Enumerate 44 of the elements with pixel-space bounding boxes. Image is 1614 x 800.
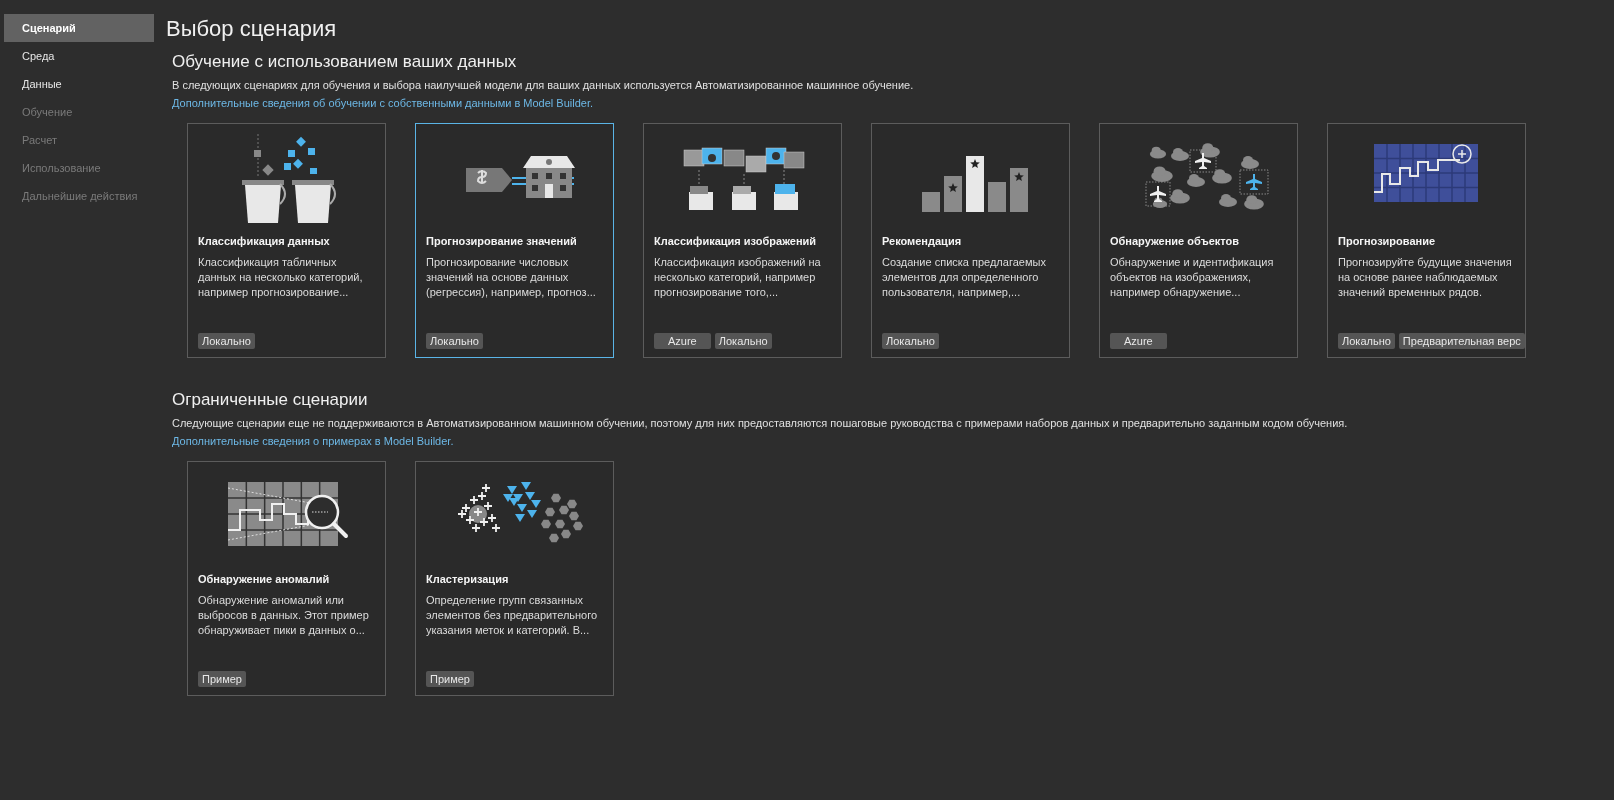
tag: Пример <box>198 671 246 687</box>
scenario-card[interactable]: Классификация данных Классификация табличных данных на несколько категорий, например прогнозирование... Локально <box>187 123 386 358</box>
card-description: Прогнозирование числовых значений на основе данных (регрессия), например, прогноз... <box>426 255 597 300</box>
card-description: Обнаружение и идентификация объектов на изображениях, например обнаружение... <box>1110 255 1275 300</box>
scenario-card[interactable]: Прогнозирование Прогнозируйте будущие значения на основе ранее наблюдаемых значений временных рядов. Локально Предварительная верс <box>1327 123 1526 358</box>
tag: Локально <box>714 333 772 349</box>
tag: Предварительная верс <box>1398 333 1525 349</box>
scenario-card[interactable]: Прогнозирование значений Прогнозирование числовых значений на основе данных (регрессия), например, прогноз... Локально <box>415 123 614 358</box>
card-title: Обнаружение объектов <box>1110 235 1241 247</box>
card-title: Прогнозирование значений <box>426 235 578 247</box>
tag: Локально <box>198 333 255 349</box>
tag: Azure <box>1110 333 1167 349</box>
card-description: Обнаружение аномалий или выбросов в данных. Этот пример обнаруживает пики в данных о... <box>198 593 370 638</box>
page-title: Выбор сценария <box>166 16 338 42</box>
scenario-card[interactable]: Обнаружение объектов Обнаружение и идентификация объектов на изображениях, например обнаружение... Azure <box>1099 123 1298 358</box>
section-description: Следующие сценарии еще не поддерживаются в Автоматизированном машинном обучении, поэтому для них предоставляются пошаговые руководства с примерами наборов данных и предварительно заданным кодом обучения. <box>172 416 1349 431</box>
tag: Локально <box>1338 333 1395 349</box>
section-heading: Обучение с использованием ваших данных <box>172 52 518 72</box>
sidebar-item[interactable]: Сценарий <box>4 14 154 42</box>
scenario-card[interactable]: Обнаружение аномалий Обнаружение аномалий или выбросов в данных. Этот пример обнаруживает пики в данных о... Пример <box>187 461 386 696</box>
card-title: Прогнозирование <box>1338 235 1437 247</box>
card-title: Классификация изображений <box>654 235 818 247</box>
sidebar-item[interactable]: Данные <box>4 70 154 98</box>
scenario-card[interactable]: Классификация изображений Классификация изображений на несколько категорий, например прогнозирование того,... Azure Локально <box>643 123 842 358</box>
section-description: В следующих сценариях для обучения и выбора наилучшей модели для ваших данных используется Автоматизированное машинное обучение. <box>172 78 915 93</box>
tag: Пример <box>426 671 474 687</box>
card-description: Создание списка предлагаемых элементов для определенного пользователя, например,... <box>882 255 1047 300</box>
card-title: Кластеризация <box>426 573 510 585</box>
sidebar-item[interactable]: Среда <box>4 42 154 70</box>
card-title: Классификация данных <box>198 235 331 247</box>
section-heading: Ограниченные сценарии <box>172 390 369 410</box>
more-info-link[interactable]: Дополнительные сведения о примерах в Model Builder. <box>172 433 454 449</box>
scenario-card[interactable]: Рекомендация Создание списка предлагаемых элементов для определенного пользователя, например,... Локально <box>871 123 1070 358</box>
tag: Azure <box>654 333 711 349</box>
card-title: Рекомендация <box>882 235 963 247</box>
tag: Локально <box>882 333 939 349</box>
card-description: Прогнозируйте будущие значения на основе ранее наблюдаемых значений временных рядов. <box>1338 255 1513 300</box>
card-description: Классификация изображений на несколько категорий, например прогнозирование того,... <box>654 255 822 300</box>
card-title: Обнаружение аномалий <box>198 573 331 585</box>
tag: Локально <box>426 333 483 349</box>
more-info-link[interactable]: Дополнительные сведения об обучении с собственными данными в Model Builder. <box>172 95 594 111</box>
card-description: Определение групп связанных элементов без предварительного указания меток и категорий. В... <box>426 593 599 638</box>
card-description: Классификация табличных данных на несколько категорий, например прогнозирование... <box>198 255 364 300</box>
scenario-card[interactable]: Кластеризация Определение групп связанных элементов без предварительного указания меток и категорий. В... Пример <box>415 461 614 696</box>
